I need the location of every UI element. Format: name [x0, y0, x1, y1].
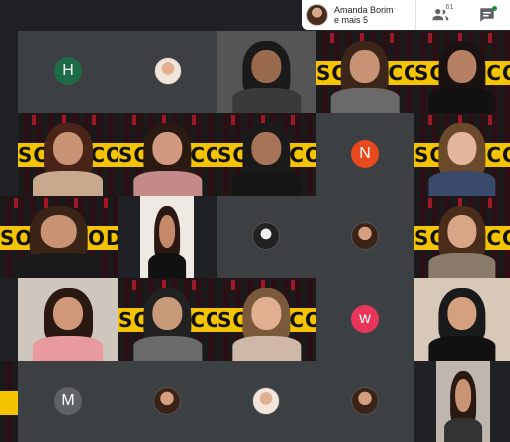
- meeting-top-bar: Amanda Borim e mais 5 61: [0, 0, 510, 31]
- participant-video: [33, 287, 103, 361]
- participant-video-tile[interactable]: SOUL CODE: [118, 113, 217, 196]
- participant-avatar-letter: N: [351, 140, 379, 168]
- participant-tile[interactable]: H: [18, 31, 118, 113]
- participant-avatar-letter: w: [351, 305, 379, 333]
- participant-video: [330, 40, 400, 113]
- participant-video-tile[interactable]: SOUL CODE: [18, 113, 118, 196]
- participant-tile[interactable]: [316, 196, 414, 278]
- participant-video-tile[interactable]: SOUL CODE: [414, 113, 510, 196]
- participant-grid: H SOUL CODE SOUL CODE SOUL CODE SOUL COD…: [0, 31, 510, 442]
- participant-tile[interactable]: [118, 361, 217, 442]
- participant-video: [231, 40, 302, 113]
- participant-avatar-letter: H: [54, 57, 82, 85]
- participant-avatar-photo: [153, 387, 181, 415]
- participant-tile[interactable]: [217, 361, 316, 442]
- participant-avatar-letter: M: [54, 387, 82, 415]
- participant-tile[interactable]: N: [316, 113, 414, 196]
- participant-avatar-photo: [351, 387, 379, 415]
- participant-video: [231, 287, 302, 361]
- participant-tile[interactable]: [316, 361, 414, 442]
- participant-video-tile[interactable]: [436, 361, 490, 442]
- active-speaker-chip[interactable]: Amanda Borim e mais 5: [302, 0, 415, 30]
- speaker-avatar: [306, 4, 328, 26]
- participant-video-tile[interactable]: [217, 31, 316, 113]
- participant-video-tile[interactable]: SOUL CODE: [0, 196, 118, 278]
- speaker-name: Amanda Borim: [334, 5, 394, 15]
- participant-video: [428, 287, 496, 361]
- participant-video: [444, 370, 482, 442]
- participant-video-tile[interactable]: SOUL CODE: [217, 113, 316, 196]
- soul-code-banner: [0, 391, 18, 415]
- meeting-details-icons: 61: [415, 0, 510, 30]
- participant-video: [132, 287, 203, 361]
- participants-count: 61: [445, 4, 454, 11]
- participant-video: [428, 40, 496, 113]
- participant-video: [231, 122, 302, 196]
- participant-avatar-photo: [154, 57, 182, 85]
- participant-tile[interactable]: w: [316, 278, 414, 361]
- participant-video-tile[interactable]: [140, 196, 194, 278]
- participant-video-tile[interactable]: [18, 278, 118, 361]
- chat-button[interactable]: [469, 2, 505, 28]
- participant-video: [428, 122, 496, 196]
- participant-video-tile[interactable]: SOUL CODE: [316, 31, 414, 113]
- participant-avatar-photo: [252, 387, 280, 415]
- participant-video: [33, 122, 103, 196]
- participant-video-tile[interactable]: SOUL CODE: [217, 278, 316, 361]
- participant-video: [148, 205, 186, 278]
- participant-tile[interactable]: [217, 196, 316, 278]
- participant-video-tile[interactable]: SOUL CODE: [414, 196, 510, 278]
- participant-tile[interactable]: M: [18, 361, 118, 442]
- chat-notification-dot: [491, 6, 497, 11]
- participant-avatar-photo: [351, 222, 379, 250]
- participant-video-tile[interactable]: [414, 278, 510, 361]
- participant-video: [17, 205, 101, 278]
- participant-video-tile[interactable]: SOUL CODE: [414, 31, 510, 113]
- speaker-label: Amanda Borim e mais 5: [334, 5, 404, 25]
- participant-video: [428, 205, 496, 278]
- participant-avatar-photo: [252, 222, 280, 250]
- participant-video-tile[interactable]: [0, 361, 18, 442]
- participants-button[interactable]: 61: [422, 2, 458, 28]
- speaker-more: e mais 5: [334, 15, 369, 25]
- participant-video-tile[interactable]: SOUL CODE: [118, 278, 217, 361]
- participant-video: [132, 122, 203, 196]
- participant-tile[interactable]: [118, 31, 217, 113]
